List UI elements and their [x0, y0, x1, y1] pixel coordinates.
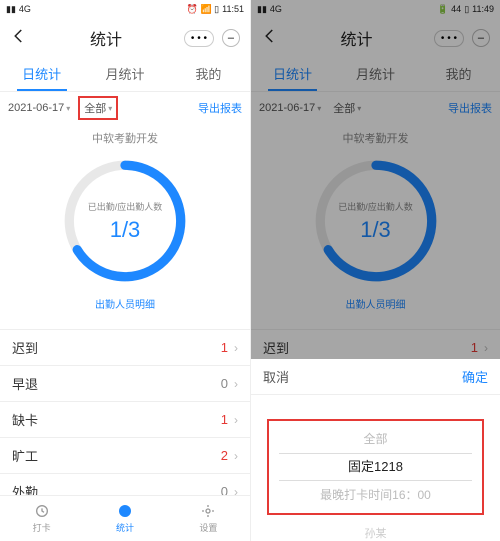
confirm-button[interactable]: 确定 [462, 367, 488, 386]
nav-settings[interactable]: 设置 [167, 496, 250, 541]
tab-daily[interactable]: 日统计 [251, 58, 334, 91]
detail-link[interactable]: 出勤人员明细 [346, 296, 406, 311]
chevron-down-icon: ▾ [108, 104, 112, 113]
export-link[interactable]: 导出报表 [198, 100, 242, 116]
attendance-chart: 已出勤/应出勤人数 1/3 出勤人员明细 [0, 156, 250, 311]
chart-label: 已出勤/应出勤人数 [88, 200, 163, 213]
phone-right: ▮▮ 4G 🔋44 ▯11:49 统计 • • • – 日统计 月统计 我的 2… [250, 0, 500, 541]
list-item[interactable]: 缺卡1› [0, 402, 250, 438]
status-bar: ▮▮ 4G ⏰ 📶 ▯11:51 [0, 0, 250, 18]
detail-link[interactable]: 出勤人员明细 [95, 296, 155, 311]
tab-mine[interactable]: 我的 [167, 58, 250, 91]
date-picker[interactable]: 2021-06-17▾ [8, 102, 70, 114]
nav-stats[interactable]: 统计 [83, 496, 166, 541]
filter-row: 2021-06-17▾ 全部▾ 导出报表 [0, 92, 250, 124]
filter-button[interactable]: 全部▾ [329, 98, 365, 118]
filter-row: 2021-06-17▾ 全部▾ 导出报表 [251, 92, 500, 124]
tabs: 日统计 月统计 我的 [251, 58, 500, 92]
top-actions: • • • – [434, 29, 490, 47]
status-bar: ▮▮ 4G 🔋44 ▯11:49 [251, 0, 500, 18]
tabs: 日统计 月统计 我的 [0, 58, 250, 92]
bottom-nav: 打卡 统计 设置 [0, 495, 250, 541]
chevron-right-icon: › [484, 341, 488, 355]
list-item[interactable]: 早退0› [0, 366, 250, 402]
chevron-right-icon: › [234, 449, 238, 463]
picker-option-selected[interactable]: 固定1218 [269, 453, 482, 481]
date-picker[interactable]: 2021-06-17▾ [259, 102, 321, 114]
tab-monthly[interactable]: 月统计 [334, 58, 417, 91]
list-item[interactable]: 旷工2› [0, 438, 250, 474]
page-title: 统计 [90, 26, 122, 50]
back-icon[interactable] [10, 27, 28, 50]
export-link[interactable]: 导出报表 [448, 100, 492, 116]
cancel-button[interactable]: 取消 [263, 367, 289, 386]
chevron-down-icon: ▾ [317, 104, 321, 113]
subtitle: 中软考勤开发 [0, 130, 250, 146]
signal-icons: ▮▮ 4G [257, 4, 282, 15]
signal-icons: ▮▮ 4G [6, 4, 31, 15]
chevron-right-icon: › [234, 341, 238, 355]
more-icon[interactable]: • • • [434, 30, 464, 47]
back-icon[interactable] [261, 27, 279, 50]
top-actions: • • • – [184, 29, 240, 47]
status-time: ⏰ 📶 ▯11:51 [187, 4, 244, 15]
top-bar: 统计 • • • – [0, 18, 250, 58]
subtitle: 中软考勤开发 [251, 130, 500, 146]
chevron-down-icon: ▾ [357, 104, 361, 113]
chart-label: 已出勤/应出勤人数 [338, 200, 413, 213]
picker-option[interactable]: 最晚打卡时间16：00 [269, 481, 482, 509]
close-icon[interactable]: – [472, 29, 490, 47]
tab-daily[interactable]: 日统计 [0, 58, 83, 91]
nav-clock[interactable]: 打卡 [0, 496, 83, 541]
tab-monthly[interactable]: 月统计 [83, 58, 166, 91]
close-icon[interactable]: – [222, 29, 240, 47]
more-icon[interactable]: • • • [184, 30, 214, 47]
page-title: 统计 [340, 26, 372, 50]
picker-option[interactable]: 全部 [269, 425, 482, 453]
chevron-down-icon: ▾ [66, 104, 70, 113]
picker-wheel[interactable]: 全部 固定1218 最晚打卡时间16：00 [267, 419, 484, 515]
attendance-chart: 已出勤/应出勤人数 1/3 出勤人员明细 [251, 156, 500, 311]
chevron-right-icon: › [234, 377, 238, 391]
list-item[interactable]: 迟到1› [0, 330, 250, 366]
chevron-right-icon: › [234, 413, 238, 427]
picker-extra: 孙某 [251, 525, 500, 541]
filter-button[interactable]: 全部▾ [78, 96, 118, 120]
picker-sheet: 取消 确定 全部 固定1218 最晚打卡时间16：00 孙某 [251, 359, 500, 541]
phone-left: ▮▮ 4G ⏰ 📶 ▯11:51 统计 • • • – 日统计 月统计 我的 2… [0, 0, 250, 541]
chart-value: 1/3 [360, 217, 391, 243]
top-bar: 统计 • • • – [251, 18, 500, 58]
tab-mine[interactable]: 我的 [417, 58, 500, 91]
status-time: 🔋44 ▯11:49 [437, 4, 494, 15]
chart-value: 1/3 [110, 217, 141, 243]
